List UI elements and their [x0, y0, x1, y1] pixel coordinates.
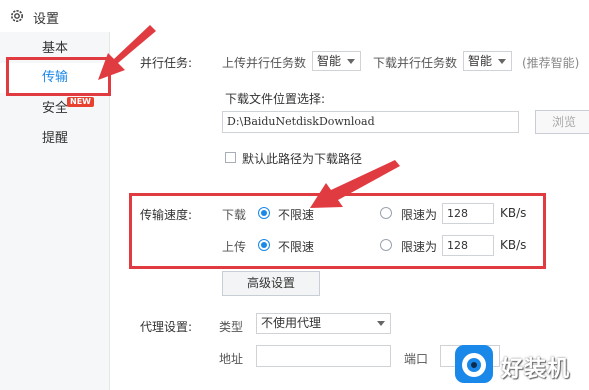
watermark: 好装机	[451, 341, 589, 390]
watermark-logo-icon	[455, 345, 493, 383]
annotation-arrows	[98, 25, 400, 208]
watermark-text: 好装机	[501, 357, 571, 382]
arrow-to-sidebar	[98, 25, 156, 80]
arrow-to-speed	[310, 160, 400, 208]
